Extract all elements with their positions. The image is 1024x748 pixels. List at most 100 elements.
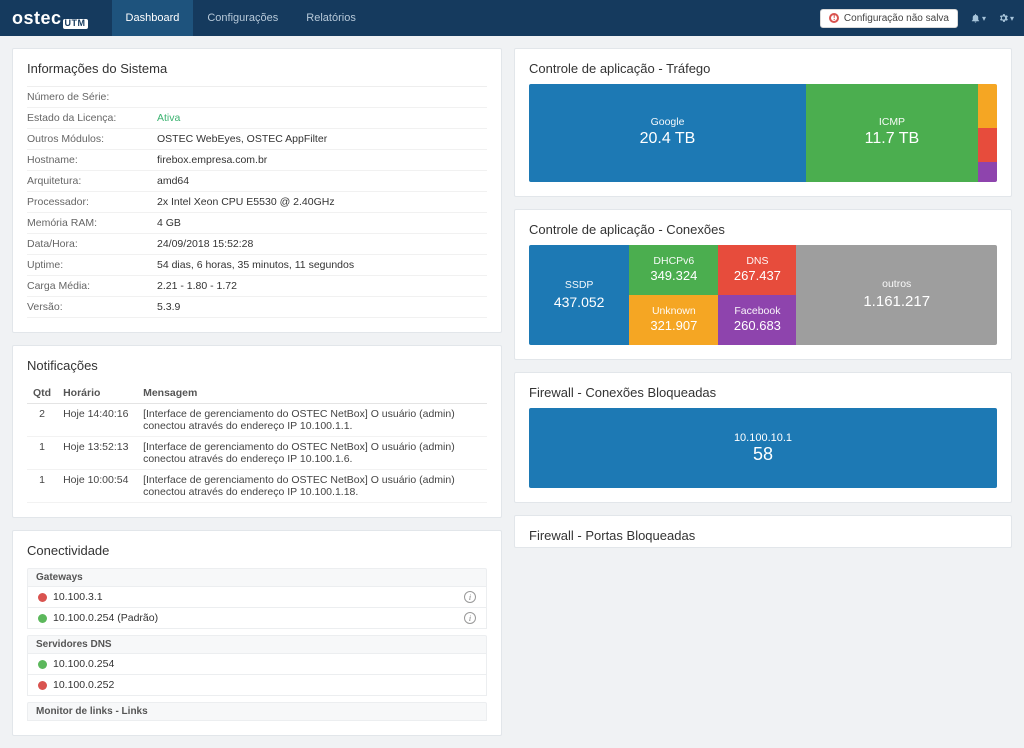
sys-label: Memória RAM: — [27, 217, 157, 229]
sys-value: 5.3.9 — [157, 301, 180, 313]
traffic-treemap[interactable]: Google 20.4 TB ICMP 11.7 TB — [529, 84, 997, 182]
dns-header: Servidores DNS — [27, 635, 487, 654]
info-icon[interactable]: i — [464, 591, 476, 603]
fw-blocked-ports-panel: Firewall - Portas Bloqueadas — [514, 515, 1012, 548]
connectivity-title: Conectividade — [27, 543, 487, 558]
dns-row: 10.100.0.252 — [27, 675, 487, 696]
notifications-panel: Notificações Qtd Horário Mensagem 2 Hoje… — [12, 345, 502, 518]
cell-time: Hoje 10:00:54 — [57, 470, 137, 503]
dns-ip: 10.100.0.252 — [53, 679, 114, 691]
cell-time: Hoje 14:40:16 — [57, 404, 137, 437]
block-label: 10.100.10.1 — [734, 432, 792, 444]
block-value: 321.907 — [650, 318, 697, 335]
fw-blocked-conn-panel: Firewall - Conexões Bloqueadas 10.100.10… — [514, 372, 1012, 503]
conn-block-unknown[interactable]: Unknown 321.907 — [629, 295, 718, 345]
links-header: Monitor de links - Links — [27, 702, 487, 721]
block-value: 260.683 — [734, 318, 781, 335]
block-label: DHCPv6 — [653, 255, 694, 269]
block-value: 437.052 — [554, 293, 605, 311]
table-row: 1 Hoje 10:00:54 [Interface de gerenciame… — [27, 470, 487, 503]
sys-value: firebox.empresa.com.br — [157, 154, 267, 166]
fw-blocked-block[interactable]: 10.100.10.1 58 — [529, 408, 997, 488]
block-value: 349.324 — [650, 268, 697, 285]
nav-relatorios[interactable]: Relatórios — [292, 0, 370, 36]
main-content: Informações do Sistema Número de Série: … — [0, 36, 1024, 748]
connectivity-panel: Conectividade Gateways 10.100.3.1 i 10.1… — [12, 530, 502, 736]
block-label: ICMP — [879, 116, 905, 130]
th-mensagem: Mensagem — [137, 383, 487, 404]
block-value: 267.437 — [734, 268, 781, 285]
unsaved-config-badge[interactable]: Configuração não salva — [820, 9, 958, 28]
sys-value: 24/09/2018 15:52:28 — [157, 238, 253, 250]
sys-value: 54 dias, 6 horas, 35 minutos, 11 segundo… — [157, 259, 354, 271]
brand-name: ostec — [12, 8, 62, 29]
gateway-row: 10.100.0.254 (Padrão) i — [27, 608, 487, 629]
system-info-panel: Informações do Sistema Número de Série: … — [12, 48, 502, 333]
sys-value: 2.21 - 1.80 - 1.72 — [157, 280, 237, 292]
topbar: ostec UTM Dashboard Configurações Relató… — [0, 0, 1024, 36]
conn-block-dns[interactable]: DNS 267.437 — [718, 245, 796, 295]
block-value: 58 — [753, 444, 773, 465]
settings-gear-icon[interactable]: ▾ — [998, 10, 1014, 26]
traffic-block-small[interactable] — [978, 84, 997, 128]
status-dot-red-icon — [38, 593, 47, 602]
block-label: Google — [651, 116, 685, 130]
cell-msg: [Interface de gerenciamento do OSTEC Net… — [137, 437, 487, 470]
appctrl-conn-panel: Controle de aplicação - Conexões SSDP 43… — [514, 209, 1012, 360]
traffic-block-small[interactable] — [978, 162, 997, 182]
panel-title: Controle de aplicação - Tráfego — [529, 61, 997, 76]
sys-label: Uptime: — [27, 259, 157, 271]
traffic-block-small[interactable] — [978, 128, 997, 162]
logo: ostec UTM — [12, 8, 88, 29]
cell-msg: [Interface de gerenciamento do OSTEC Net… — [137, 404, 487, 437]
block-label: outros — [882, 278, 911, 292]
gateway-ip: 10.100.0.254 (Padrão) — [53, 612, 158, 624]
block-label: Facebook — [734, 305, 780, 319]
panel-title: Controle de aplicação - Conexões — [529, 222, 997, 237]
notifications-icon[interactable]: ▾ — [970, 10, 986, 26]
cell-msg: [Interface de gerenciamento do OSTEC Net… — [137, 470, 487, 503]
sys-value: amd64 — [157, 175, 189, 187]
conn-block-outros[interactable]: outros 1.161.217 — [796, 245, 997, 345]
nav-dashboard[interactable]: Dashboard — [112, 0, 194, 36]
nav-configuracoes[interactable]: Configurações — [193, 0, 292, 36]
block-value: 20.4 TB — [640, 129, 696, 150]
sys-label: Versão: — [27, 301, 157, 313]
panel-title: Firewall - Portas Bloqueadas — [529, 528, 997, 543]
th-horario: Horário — [57, 383, 137, 404]
gateway-row: 10.100.3.1 i — [27, 587, 487, 608]
alert-icon — [829, 13, 839, 23]
notifications-table: Qtd Horário Mensagem 2 Hoje 14:40:16 [In… — [27, 383, 487, 503]
sys-label: Arquitetura: — [27, 175, 157, 187]
sys-label: Estado da Licença: — [27, 112, 157, 124]
sys-value: 2x Intel Xeon CPU E5530 @ 2.40GHz — [157, 196, 335, 208]
block-value: 11.7 TB — [865, 129, 920, 150]
gateway-ip: 10.100.3.1 — [53, 591, 103, 603]
conn-block-ssdp[interactable]: SSDP 437.052 — [529, 245, 629, 345]
block-value: 1.161.217 — [863, 292, 930, 312]
sys-label: Data/Hora: — [27, 238, 157, 250]
dns-row: 10.100.0.254 — [27, 654, 487, 675]
conn-block-dhcpv6[interactable]: DHCPv6 349.324 — [629, 245, 718, 295]
status-dot-green-icon — [38, 660, 47, 669]
cell-qtd: 1 — [27, 437, 57, 470]
sys-label: Outros Módulos: — [27, 133, 157, 145]
unsaved-label: Configuração não salva — [844, 13, 949, 24]
topbar-right: Configuração não salva ▾ ▾ — [820, 9, 1014, 28]
conn-block-facebook[interactable]: Facebook 260.683 — [718, 295, 796, 345]
cell-qtd: 1 — [27, 470, 57, 503]
sys-value: OSTEC WebEyes, OSTEC AppFilter — [157, 133, 327, 145]
sys-label: Carga Média: — [27, 280, 157, 292]
top-nav: Dashboard Configurações Relatórios — [112, 0, 370, 36]
traffic-block-icmp[interactable]: ICMP 11.7 TB — [806, 84, 978, 182]
sys-label: Hostname: — [27, 154, 157, 166]
connections-treemap[interactable]: SSDP 437.052 DHCPv6 349.324 Unknown 321.… — [529, 245, 997, 345]
table-row: 1 Hoje 13:52:13 [Interface de gerenciame… — [27, 437, 487, 470]
system-info-title: Informações do Sistema — [27, 61, 487, 76]
table-row: 2 Hoje 14:40:16 [Interface de gerenciame… — [27, 404, 487, 437]
sys-value: 4 GB — [157, 217, 181, 229]
notifications-title: Notificações — [27, 358, 487, 373]
sys-value: Ativa — [157, 112, 180, 124]
traffic-block-google[interactable]: Google 20.4 TB — [529, 84, 806, 182]
info-icon[interactable]: i — [464, 612, 476, 624]
